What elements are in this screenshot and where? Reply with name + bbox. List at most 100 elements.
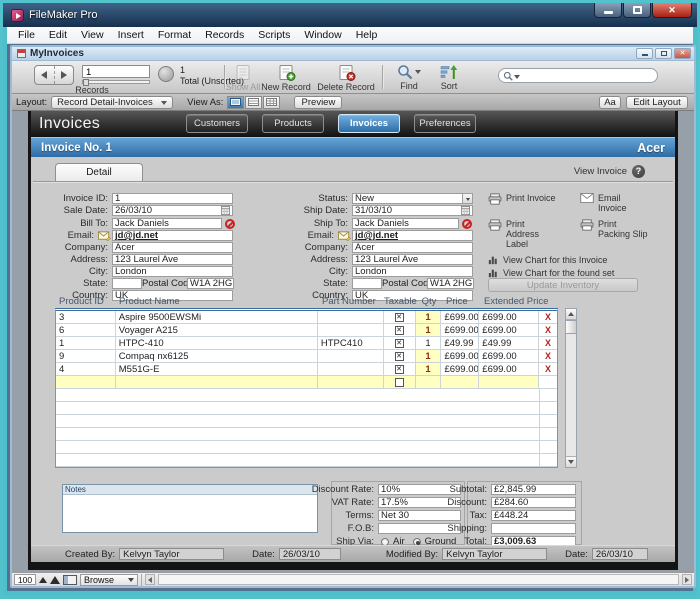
price-cell[interactable] bbox=[441, 376, 479, 388]
qty-cell[interactable]: 1 bbox=[416, 337, 442, 349]
print-packing-slip-button[interactable]: Print Packing Slip bbox=[580, 219, 660, 250]
part-number-cell[interactable] bbox=[318, 350, 384, 362]
product-row[interactable]: 1HTPC-410HTPC4101£49.99£49.99X bbox=[56, 337, 557, 350]
delete-row-button[interactable]: X bbox=[539, 324, 557, 336]
price-cell[interactable]: £699.00 bbox=[441, 324, 479, 336]
postal-code-field[interactable]: W1A 2HG bbox=[427, 278, 474, 289]
product-id-cell[interactable]: 3 bbox=[56, 311, 116, 323]
document-minimize-button[interactable] bbox=[636, 48, 653, 59]
sale-date-field[interactable]: 26/03/10 bbox=[112, 205, 233, 216]
status-dropdown[interactable]: New bbox=[352, 193, 473, 204]
view-as-table-button[interactable] bbox=[263, 96, 280, 109]
window-close-button[interactable]: ✕ bbox=[652, 3, 692, 18]
qty-cell[interactable]: 1 bbox=[416, 350, 442, 362]
tab-preferences[interactable]: Preferences bbox=[414, 114, 476, 133]
delete-row-button[interactable]: X bbox=[539, 363, 557, 375]
qty-cell[interactable]: 1 bbox=[416, 324, 442, 336]
postal-code-field[interactable]: W1A 2HG bbox=[187, 278, 234, 289]
qty-cell[interactable]: 1 bbox=[416, 311, 442, 323]
quick-find-input[interactable] bbox=[498, 68, 658, 83]
layout-dropdown[interactable]: Record Detail-Invoices bbox=[51, 96, 173, 109]
product-id-cell[interactable] bbox=[56, 376, 116, 388]
scroll-left-button[interactable] bbox=[145, 574, 155, 585]
delete-row-button[interactable]: X bbox=[539, 350, 557, 362]
company-field[interactable]: Acer bbox=[352, 242, 473, 253]
state-field[interactable] bbox=[352, 278, 382, 289]
product-id-cell[interactable]: 4 bbox=[56, 363, 116, 375]
new-record-button[interactable]: New Record bbox=[258, 64, 314, 92]
status-toolbar-toggle-icon[interactable] bbox=[63, 575, 77, 585]
product-row[interactable]: 3Aspire 9500EWSMi1£699.00£699.00X bbox=[56, 311, 557, 324]
menu-scripts[interactable]: Scripts bbox=[251, 27, 297, 43]
taxable-checkbox[interactable] bbox=[395, 313, 404, 322]
price-cell[interactable]: £699.00 bbox=[441, 363, 479, 375]
product-row[interactable]: 9Compaq nx61251£699.00£699.00X bbox=[56, 350, 557, 363]
price-cell[interactable]: £49.99 bbox=[441, 337, 479, 349]
remove-contact-icon[interactable] bbox=[462, 219, 472, 229]
product-name-cell[interactable] bbox=[116, 376, 318, 388]
tab-products[interactable]: Products bbox=[262, 114, 324, 133]
next-record-button[interactable] bbox=[55, 66, 74, 84]
search-options-icon[interactable] bbox=[514, 75, 520, 79]
table-scrollbar[interactable] bbox=[565, 308, 577, 468]
horizontal-scrollbar[interactable] bbox=[158, 574, 679, 585]
product-name-cell[interactable]: M551G-E bbox=[116, 363, 318, 375]
menu-help[interactable]: Help bbox=[349, 27, 385, 43]
ship-date-field[interactable]: 31/03/10 bbox=[352, 205, 473, 216]
email-invoice-button[interactable]: Email Invoice bbox=[580, 193, 660, 214]
ship-to-field[interactable]: Jack Daniels bbox=[352, 218, 459, 229]
new-product-row[interactable] bbox=[56, 376, 557, 389]
city-field[interactable]: London bbox=[352, 266, 473, 277]
mode-select[interactable]: Browse bbox=[80, 574, 138, 586]
calendar-icon[interactable] bbox=[461, 206, 470, 215]
find-dropdown-icon[interactable] bbox=[415, 70, 421, 74]
state-field[interactable] bbox=[112, 278, 142, 289]
chevron-down-icon[interactable] bbox=[462, 194, 472, 203]
part-number-cell[interactable] bbox=[318, 363, 384, 375]
taxable-checkbox[interactable] bbox=[395, 326, 404, 335]
zoom-out-icon[interactable] bbox=[39, 577, 47, 583]
notes-field[interactable]: Notes bbox=[62, 484, 318, 533]
taxable-cell[interactable] bbox=[384, 363, 416, 375]
view-as-form-button[interactable] bbox=[227, 96, 244, 109]
email-edit-icon[interactable] bbox=[98, 231, 111, 241]
scrollbar-thumb[interactable] bbox=[566, 320, 576, 334]
price-cell[interactable]: £699.00 bbox=[441, 350, 479, 362]
print-invoice-button[interactable]: Print Invoice bbox=[488, 193, 568, 214]
menu-format[interactable]: Format bbox=[151, 27, 198, 43]
email-edit-icon[interactable] bbox=[338, 231, 351, 241]
qty-cell[interactable] bbox=[416, 376, 442, 388]
taxable-checkbox[interactable] bbox=[395, 339, 404, 348]
taxable-cell[interactable] bbox=[384, 311, 416, 323]
tab-detail[interactable]: Detail bbox=[55, 163, 143, 181]
menu-edit[interactable]: Edit bbox=[42, 27, 74, 43]
part-number-cell[interactable]: HTPC410 bbox=[318, 337, 384, 349]
view-chart-found-set-button[interactable]: View Chart for the found set bbox=[488, 268, 666, 278]
view-invoice-button[interactable] bbox=[632, 165, 645, 178]
menu-file[interactable]: File bbox=[11, 27, 42, 43]
zoom-level-field[interactable]: 100 bbox=[14, 574, 36, 585]
price-cell[interactable]: £699.00 bbox=[441, 311, 479, 323]
window-maximize-button[interactable] bbox=[623, 3, 651, 18]
calendar-icon[interactable] bbox=[221, 206, 230, 215]
previous-record-button[interactable] bbox=[35, 66, 55, 84]
taxable-cell[interactable] bbox=[384, 337, 416, 349]
view-as-list-button[interactable] bbox=[245, 96, 262, 109]
product-name-cell[interactable]: Aspire 9500EWSMi bbox=[116, 311, 318, 323]
record-slider[interactable] bbox=[82, 80, 150, 84]
tab-invoices[interactable]: Invoices bbox=[338, 114, 400, 133]
print-address-label-button[interactable]: Print Address Label bbox=[488, 219, 568, 250]
document-maximize-button[interactable] bbox=[655, 48, 672, 59]
part-number-cell[interactable] bbox=[318, 324, 384, 336]
product-id-cell[interactable]: 9 bbox=[56, 350, 116, 362]
product-row[interactable]: 6Voyager A2151£699.00£699.00X bbox=[56, 324, 557, 337]
zoom-in-icon[interactable] bbox=[50, 576, 60, 584]
bill-to-field[interactable]: Jack Daniels bbox=[112, 218, 222, 229]
delete-row-button[interactable]: X bbox=[539, 311, 557, 323]
current-record-input[interactable]: 1 bbox=[82, 65, 150, 78]
formatting-bar-toggle[interactable]: Aa bbox=[599, 96, 621, 109]
taxable-checkbox[interactable] bbox=[395, 378, 404, 387]
preview-button[interactable]: Preview bbox=[294, 96, 342, 109]
product-id-cell[interactable]: 6 bbox=[56, 324, 116, 336]
scroll-down-button[interactable] bbox=[566, 456, 576, 467]
